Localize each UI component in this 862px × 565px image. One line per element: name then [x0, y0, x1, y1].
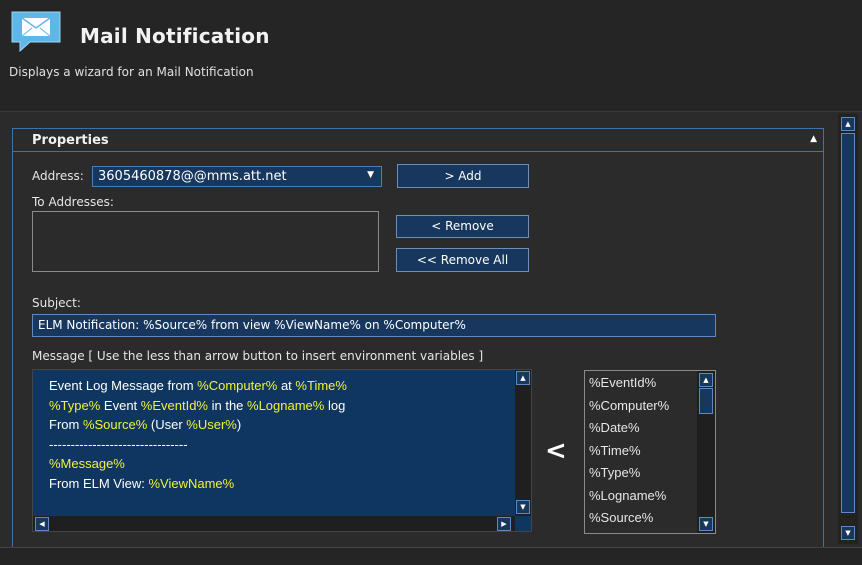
message-text-segment: ) [236, 417, 242, 432]
message-text-segment: log [324, 397, 346, 413]
message-variable: %Logname% [247, 397, 325, 413]
message-text: Event Log Message from %Computer% at %Ti… [49, 376, 347, 493]
insert-variable-button[interactable]: < [545, 438, 567, 464]
remove-all-addresses-button[interactable]: << Remove All [396, 248, 529, 272]
properties-panel-header[interactable]: Properties ▲ [13, 129, 823, 152]
add-address-button[interactable]: > Add [397, 164, 529, 188]
variable-item[interactable]: %Time% [589, 443, 641, 458]
header-divider [0, 111, 862, 112]
message-text-segment: at [277, 378, 296, 393]
message-text-segment: -------------------------------- [49, 436, 188, 452]
message-text-segment: Event Log Message from [49, 378, 198, 393]
variables-scrollbar[interactable]: ▲ ▼ [697, 371, 715, 533]
bottom-bar [0, 547, 862, 565]
variable-item[interactable]: %EventId% [589, 375, 656, 390]
variables-scroll-thumb[interactable] [699, 388, 713, 414]
variable-item[interactable]: %Source% [589, 510, 653, 525]
page-subtitle: Displays a wizard for an Mail Notificati… [9, 65, 254, 79]
scroll-right-icon[interactable]: ▶ [497, 517, 511, 531]
message-text-segment: From [49, 417, 83, 432]
message-variable: %User% [186, 417, 237, 432]
variable-item[interactable]: %Computer% [589, 398, 669, 413]
scroll-up-icon[interactable]: ▲ [516, 371, 530, 385]
message-textarea[interactable]: Event Log Message from %Computer% at %Ti… [32, 369, 532, 532]
window-scroll-thumb[interactable] [841, 133, 855, 513]
to-addresses-label: To Addresses: [32, 195, 114, 209]
message-line: From ELM View: %ViewName% [49, 474, 347, 494]
chevron-down-icon: ▼ [367, 170, 374, 180]
message-text-segment: From ELM View: [49, 475, 149, 491]
message-variable: %Type% [49, 397, 101, 413]
message-variable: %Source% [82, 417, 148, 432]
address-dropdown-value: 3605460878@@mms.att.net [98, 169, 287, 184]
message-horizontal-scrollbar[interactable]: ◀ ▶ [33, 516, 515, 531]
message-label: Message [ Use the less than arrow button… [32, 349, 484, 363]
scroll-up-icon[interactable]: ▲ [699, 373, 713, 387]
message-variable: %Time% [295, 378, 347, 393]
scroll-down-icon[interactable]: ▼ [699, 517, 713, 531]
scroll-down-icon[interactable]: ▼ [841, 526, 855, 540]
message-variable: %ViewName% [148, 475, 235, 491]
variable-item[interactable]: %Type% [589, 465, 640, 480]
subject-label: Subject: [32, 296, 81, 310]
collapse-arrow-icon[interactable]: ▲ [810, 134, 817, 144]
message-text-segment: (User [147, 417, 187, 432]
mail-envelope-icon [8, 8, 64, 53]
subject-input-value: ELM Notification: %Source% from view %Vi… [38, 318, 466, 332]
message-line: From %Source% (User %User%) [49, 415, 347, 435]
message-variable: %Computer% [197, 378, 278, 393]
message-line: %Type% Event %EventId% in the %Logname% … [49, 396, 347, 416]
variables-list[interactable]: %EventId% %Computer% %Date% %Time% %Type% %Lo… [584, 370, 716, 534]
address-dropdown[interactable]: 3605460878@@mms.att.net ▼ [92, 166, 382, 187]
page-title: Mail Notification [80, 24, 270, 48]
scroll-left-icon[interactable]: ◀ [35, 517, 49, 531]
message-vertical-scrollbar[interactable]: ▲ ▼ [515, 370, 531, 516]
message-line: -------------------------------- [49, 435, 347, 455]
message-variable: %EventId% [140, 397, 208, 413]
wizard-header: Mail Notification Displays a wizard for … [0, 0, 862, 112]
properties-panel-title: Properties [32, 133, 109, 148]
message-variable: %Message% [49, 456, 125, 471]
address-label: Address: [32, 169, 84, 183]
message-text-segment: in the [207, 397, 248, 413]
to-addresses-list[interactable] [32, 211, 379, 272]
message-line: %Message% [49, 454, 347, 474]
scroll-down-icon[interactable]: ▼ [516, 500, 530, 514]
variable-item[interactable]: %Date% [589, 420, 640, 435]
window-vertical-scrollbar[interactable]: ▲ ▼ [838, 114, 858, 544]
subject-input[interactable]: ELM Notification: %Source% from view %Vi… [32, 314, 716, 337]
scroll-up-icon[interactable]: ▲ [841, 117, 855, 131]
variable-item[interactable]: %Logname% [589, 488, 666, 503]
remove-address-button[interactable]: < Remove [396, 215, 529, 238]
message-text-segment: Event [100, 397, 141, 413]
message-line: Event Log Message from %Computer% at %Ti… [49, 376, 347, 396]
